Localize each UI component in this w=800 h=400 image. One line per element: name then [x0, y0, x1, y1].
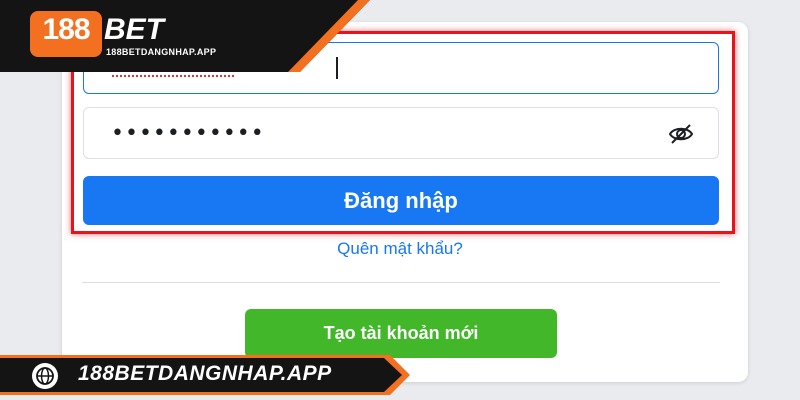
logo-subdomain: 188BETDANGNHAP.APP — [106, 47, 217, 57]
forgot-password-link[interactable]: Quên mật khẩu? — [0, 239, 800, 259]
create-account-button[interactable]: Tạo tài khoản mới — [245, 309, 557, 358]
globe-icon — [32, 363, 58, 389]
logo-word: BET — [104, 13, 164, 46]
logo-number: 188 — [42, 13, 90, 46]
footer-domain: 188BETDANGNHAP.APP — [78, 362, 332, 385]
divider — [82, 282, 720, 283]
